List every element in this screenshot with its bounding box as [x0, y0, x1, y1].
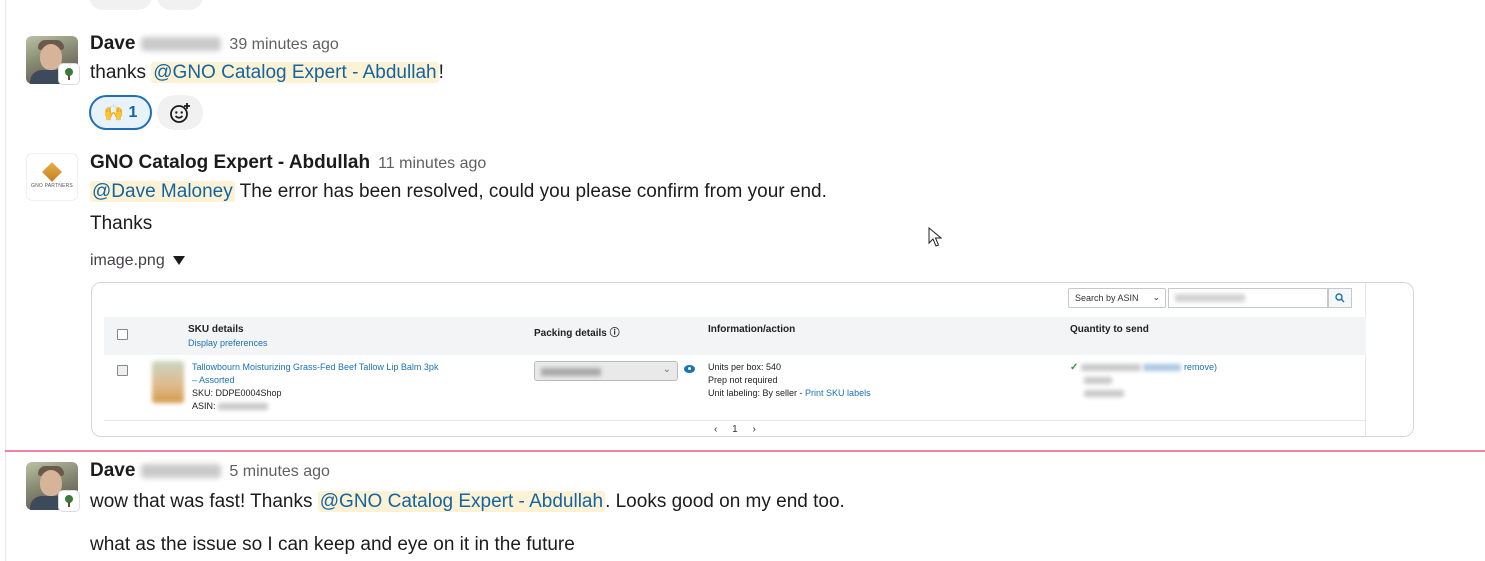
mention-link[interactable]: @Dave Maloney [90, 181, 235, 202]
check-icon: ✓ [1070, 362, 1079, 373]
author-name[interactable]: GNO Catalog Expert - Abdullah 11 minutes … [90, 152, 486, 174]
timestamp[interactable]: 5 minutes ago [229, 463, 330, 480]
add-reaction-button[interactable] [157, 95, 203, 130]
message-text: thanks @GNO Catalog Expert - Abdullah! [90, 62, 444, 83]
file-name-toggle[interactable]: image.png [90, 252, 185, 270]
image-attachment[interactable]: Search by ASIN ⌄ SKU details Display pref… [91, 282, 1414, 437]
sku-details: Tallowbourn Moisturizing Grass-Fed Beef … [192, 362, 439, 411]
message-text-line2: what as the issue so I can keep and eye … [90, 534, 575, 555]
product-thumbnail [152, 361, 184, 403]
author-name[interactable]: Dave 5 minutes ago [90, 460, 330, 482]
add-reaction-icon [170, 102, 190, 123]
redacted-surname [141, 36, 222, 51]
select-all-checkbox [117, 329, 128, 340]
search-field [1168, 288, 1328, 308]
mention-link[interactable]: @GNO Catalog Expert - Abdullah [151, 62, 439, 83]
reaction-pill[interactable]: 🙌 1 [89, 95, 152, 130]
mouse-cursor-icon [928, 226, 943, 252]
column-header: Information/action [708, 324, 796, 335]
avatar-gno[interactable]: GNO PARTNERS [26, 153, 78, 201]
pagination: ‹ 1 › [714, 424, 762, 435]
message-text-line2: Thanks [90, 213, 153, 234]
eye-icon [684, 365, 695, 373]
table-header: SKU details Display preferences Packing … [104, 317, 1366, 355]
status-badge [58, 490, 80, 512]
column-header: Packing details ⓘ [534, 328, 620, 339]
new-messages-divider [5, 450, 1485, 452]
reaction-count: 1 [128, 103, 138, 121]
redacted-surname [141, 463, 222, 478]
row-checkbox [117, 365, 128, 376]
display-preferences-link: Display preferences [188, 338, 268, 348]
timestamp[interactable]: 39 minutes ago [229, 36, 338, 53]
packing-select: ⌄ [534, 361, 678, 381]
gno-logo-icon [42, 162, 62, 182]
table-footer-divider [104, 420, 1366, 421]
search-icon [1328, 288, 1352, 308]
mention-link[interactable]: @GNO Catalog Expert - Abdullah [317, 491, 606, 512]
column-header: Quantity to send [1070, 324, 1149, 335]
message-text: wow that was fast! Thanks @GNO Catalog E… [90, 491, 845, 512]
previous-reaction-pill[interactable] [89, 0, 152, 10]
status-badge [58, 63, 80, 85]
quantity-to-send: ✓ remove) [1070, 361, 1217, 400]
search-type-select: Search by ASIN ⌄ [1068, 288, 1166, 308]
raised-hands-icon: 🙌 [103, 104, 124, 122]
column-header: SKU details [188, 324, 244, 335]
author-name[interactable]: Dave 39 minutes ago [90, 33, 339, 55]
message-text: @Dave Maloney The error has been resolve… [90, 181, 827, 202]
embedded-screenshot: Search by ASIN ⌄ SKU details Display pref… [104, 283, 1366, 436]
information-action: Units per box: 540 Prep not required Uni… [708, 362, 871, 398]
timestamp[interactable]: 11 minutes ago [378, 155, 486, 172]
channel-left-border [5, 0, 6, 561]
previous-add-reaction-button[interactable] [157, 0, 203, 10]
dropdown-caret-icon [172, 256, 185, 266]
